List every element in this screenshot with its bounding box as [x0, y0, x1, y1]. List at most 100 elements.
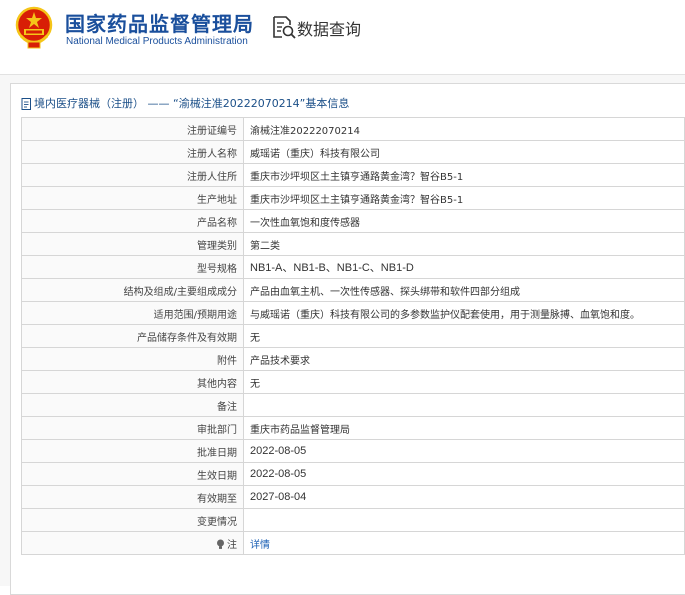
row-label-text: 附件	[217, 355, 237, 367]
row-value-text: 一次性血氧饱和度传感器	[250, 217, 360, 229]
row-value: 重庆市药品监督管理局	[243, 416, 685, 440]
row-label-text: 批准日期	[197, 447, 237, 459]
table-row: 批准日期 2022-08-05	[21, 439, 685, 463]
table-row: 产品名称 一次性血氧饱和度传感器	[21, 209, 685, 233]
row-label: 型号规格	[21, 255, 244, 279]
data-query-link[interactable]: 数据查询	[297, 16, 361, 40]
bulb-icon	[217, 539, 224, 549]
row-label: 附件	[21, 347, 244, 371]
row-value: 第二类	[243, 232, 685, 256]
row-value-text: 无	[250, 332, 260, 344]
site-header: 国家药品监督管理局 National Medical Products Admi…	[0, 0, 685, 62]
row-value-text: 2022-08-05	[250, 468, 307, 480]
agency-name-cn: 国家药品监督管理局	[65, 12, 254, 36]
row-value: 产品技术要求	[243, 347, 685, 371]
row-value	[243, 508, 685, 532]
table-row: 备注	[21, 393, 685, 417]
table-row: 审批部门 重庆市药品监督管理局	[21, 416, 685, 440]
row-label-text: 变更情况	[197, 516, 237, 528]
row-value-text: 2022-08-05	[250, 445, 307, 457]
row-value: 重庆市沙坪坝区土主镇亨通路黄金湾？智谷B5-1	[243, 186, 685, 210]
row-value: 与威瑶诺（重庆）科技有限公司的多参数监护仪配套使用，用于测量脉搏、血氧饱和度。	[243, 301, 685, 325]
info-table: 注册证编号 渝械注准20222070214 注册人名称 威瑶诺（重庆）科技有限公司 注册…	[21, 117, 685, 555]
row-label-text: 管理类别	[197, 240, 237, 252]
row-value: 无	[243, 370, 685, 394]
row-label-text: 适用范围/预期用途	[153, 309, 237, 321]
row-value-text: 2027-08-04	[250, 491, 307, 503]
row-value: 2022-08-05	[243, 462, 685, 486]
row-label: 其他内容	[21, 370, 244, 394]
row-label-text: 结构及组成/主要组成成分	[123, 286, 237, 298]
data-query-icon[interactable]	[271, 15, 297, 39]
row-label-text: 注册证编号	[187, 125, 237, 137]
row-value-text: 无	[250, 378, 260, 390]
table-row: 附件 产品技术要求	[21, 347, 685, 371]
table-row: 注 详情	[21, 531, 685, 555]
row-label: 备注	[21, 393, 244, 417]
document-icon	[21, 98, 31, 110]
row-label-text: 备注	[217, 401, 237, 413]
row-label: 结构及组成/主要组成成分	[21, 278, 244, 302]
row-label: 注	[21, 531, 244, 555]
row-value-text: 重庆市沙坪坝区土主镇亨通路黄金湾？智谷B5-1	[250, 171, 464, 183]
row-label: 注册证编号	[21, 117, 244, 141]
breadcrumb-title: “渝械注准20222070214”基本信息	[173, 97, 350, 110]
row-label: 产品名称	[21, 209, 244, 233]
row-label: 生产地址	[21, 186, 244, 210]
row-value-text: NB1-A、NB1-B、NB1-C、NB1-D	[250, 262, 414, 274]
row-label: 变更情况	[21, 508, 244, 532]
row-label: 管理类别	[21, 232, 244, 256]
table-row: 适用范围/预期用途 与威瑶诺（重庆）科技有限公司的多参数监护仪配套使用，用于测量脉…	[21, 301, 685, 325]
row-label-text: 生效日期	[197, 470, 237, 482]
row-label-text: 注册人住所	[187, 171, 237, 183]
row-value	[243, 393, 685, 417]
row-label-text: 注册人名称	[187, 148, 237, 160]
table-row: 生产地址 重庆市沙坪坝区土主镇亨通路黄金湾？智谷B5-1	[21, 186, 685, 210]
row-value-text: 渝械注准20222070214	[250, 125, 360, 137]
row-label-text: 审批部门	[197, 424, 237, 436]
row-value: 产品由血氧主机、一次性传感器、探头绑带和软件四部分组成	[243, 278, 685, 302]
row-label: 生效日期	[21, 462, 244, 486]
row-value-text: 产品由血氧主机、一次性传感器、探头绑带和软件四部分组成	[250, 286, 520, 298]
row-value: 渝械注准20222070214	[243, 117, 685, 141]
table-row: 生效日期 2022-08-05	[21, 462, 685, 486]
row-label: 有效期至	[21, 485, 244, 509]
row-label-text: 注	[227, 539, 237, 551]
row-value: 重庆市沙坪坝区土主镇亨通路黄金湾？智谷B5-1	[243, 163, 685, 187]
table-row: 变更情况	[21, 508, 685, 532]
row-value-text: 重庆市药品监督管理局	[250, 424, 350, 436]
row-label: 注册人住所	[21, 163, 244, 187]
row-value: NB1-A、NB1-B、NB1-C、NB1-D	[243, 255, 685, 279]
row-value-text: 重庆市沙坪坝区土主镇亨通路黄金湾？智谷B5-1	[250, 194, 464, 206]
row-value-text: 第二类	[250, 240, 280, 252]
row-label-text: 产品储存条件及有效期	[137, 332, 237, 344]
table-row: 注册人名称 威瑶诺（重庆）科技有限公司	[21, 140, 685, 164]
row-value: 无	[243, 324, 685, 348]
row-label-text: 生产地址	[197, 194, 237, 206]
breadcrumb-separator: ——	[147, 97, 170, 110]
table-row: 注册人住所 重庆市沙坪坝区土主镇亨通路黄金湾？智谷B5-1	[21, 163, 685, 187]
breadcrumb: 境内医疗器械（注册） —— “渝械注准20222070214”基本信息	[21, 94, 349, 114]
table-row: 注册证编号 渝械注准20222070214	[21, 117, 685, 141]
row-value-text: 威瑶诺（重庆）科技有限公司	[250, 148, 380, 160]
table-row: 结构及组成/主要组成成分 产品由血氧主机、一次性传感器、探头绑带和软件四部分组成	[21, 278, 685, 302]
breadcrumb-category: 境内医疗器械（注册）	[34, 97, 144, 110]
national-emblem-icon	[15, 6, 53, 49]
table-row: 型号规格 NB1-A、NB1-B、NB1-C、NB1-D	[21, 255, 685, 279]
row-value: 威瑶诺（重庆）科技有限公司	[243, 140, 685, 164]
detail-link[interactable]: 详情	[250, 540, 270, 551]
row-label: 注册人名称	[21, 140, 244, 164]
agency-name-en: National Medical Products Administration	[66, 36, 248, 47]
row-label: 批准日期	[21, 439, 244, 463]
row-value: 一次性血氧饱和度传感器	[243, 209, 685, 233]
row-value: 详情	[243, 531, 685, 555]
table-row: 产品储存条件及有效期 无	[21, 324, 685, 348]
row-label: 适用范围/预期用途	[21, 301, 244, 325]
row-value: 2022-08-05	[243, 439, 685, 463]
row-label: 审批部门	[21, 416, 244, 440]
main-content: 境内医疗器械（注册） —— “渝械注准20222070214”基本信息 注册证编…	[0, 74, 685, 595]
row-value: 2027-08-04	[243, 485, 685, 509]
table-row: 有效期至 2027-08-04	[21, 485, 685, 509]
row-label-text: 其他内容	[197, 378, 237, 390]
row-label-text: 产品名称	[197, 217, 237, 229]
